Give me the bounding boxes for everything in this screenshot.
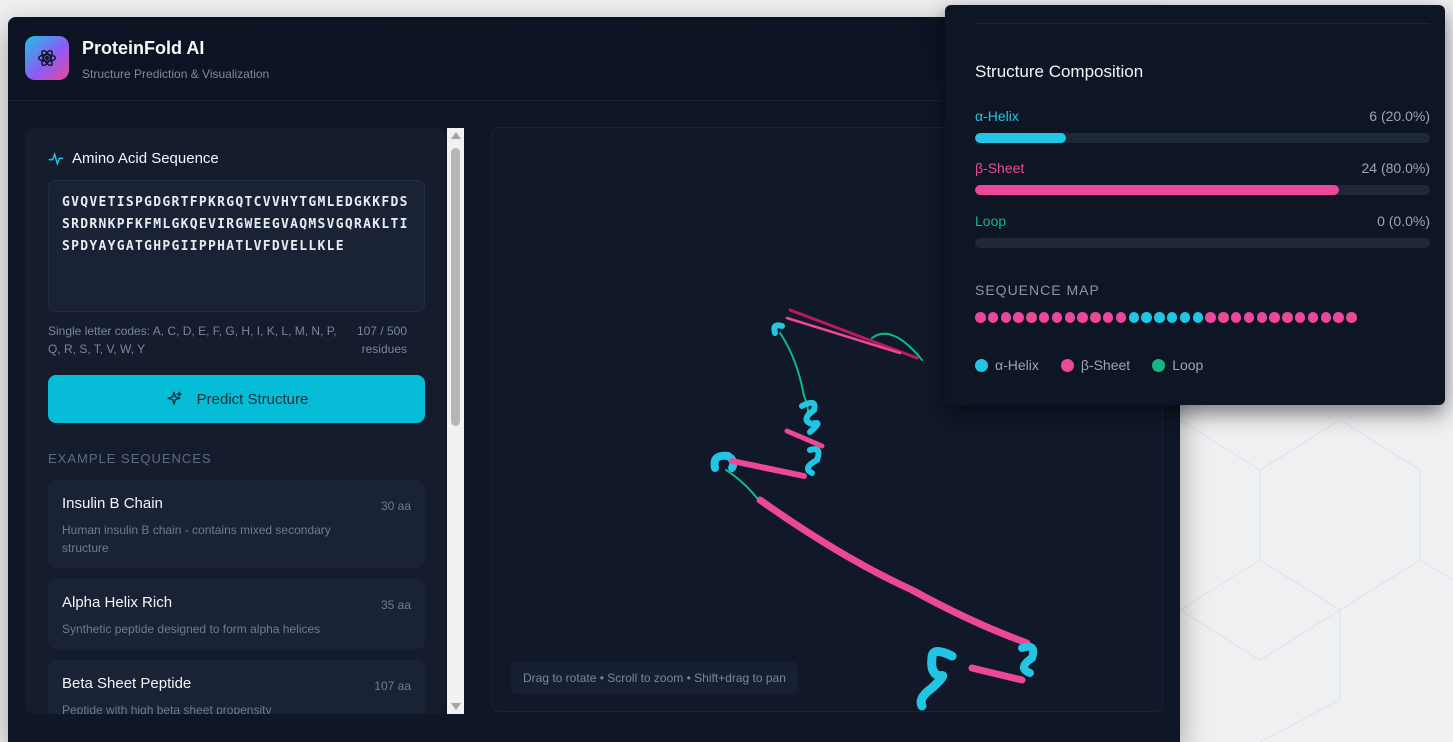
sequence-map-dot — [975, 312, 986, 323]
predict-button-label: Predict Structure — [196, 390, 309, 408]
atom-icon — [37, 49, 57, 67]
composition-bar-fill — [975, 185, 1339, 195]
example-card[interactable]: Alpha Helix Rich 35 aa Synthetic peptide… — [48, 579, 425, 649]
legend-swatch — [1060, 358, 1074, 372]
sequence-map-title: SEQUENCE MAP — [975, 282, 1100, 298]
composition-bar — [975, 133, 1430, 143]
sequence-map-dot — [1307, 312, 1319, 323]
composition-label: β-Sheet — [975, 160, 1025, 176]
predict-structure-button[interactable]: Predict Structure — [48, 375, 425, 423]
sequence-map-dot — [1205, 312, 1216, 323]
composition-bar — [975, 185, 1430, 195]
sequence-map-dot — [1333, 312, 1344, 323]
structure-composition-panel: Structure Composition α-Helix 6 (20.0%) … — [945, 5, 1445, 405]
sequence-map-dot — [1269, 312, 1280, 323]
divider — [975, 23, 1430, 24]
sequence-map-dot — [1051, 312, 1063, 323]
sequence-input[interactable]: GVQVETISPGDGRTFPKRGQTCVVHYTGMLEDGKKFDSSR… — [48, 180, 425, 312]
sequence-map-dot — [1192, 312, 1204, 323]
viewer-hint: Drag to rotate • Scroll to zoom • Shift+… — [511, 662, 798, 694]
app-subtitle: Structure Prediction & Visualization — [82, 67, 270, 81]
sequence-map-dot — [1038, 312, 1050, 323]
composition-row-sheet: β-Sheet 24 (80.0%) — [975, 160, 1430, 195]
scroll-thumb[interactable] — [451, 148, 460, 426]
composition-bar-fill — [975, 133, 1066, 143]
sequence-map-dot — [1128, 312, 1140, 323]
composition-value: 0 (0.0%) — [1377, 213, 1430, 229]
sequence-title: Amino Acid Sequence — [72, 150, 219, 167]
sequence-map-dot — [1282, 312, 1293, 323]
composition-row-loop: Loop 0 (0.0%) — [975, 213, 1430, 248]
legend-label: α-Helix — [995, 357, 1039, 373]
example-length: 107 aa — [374, 679, 411, 693]
residue-count: 107 / 500 residues — [356, 324, 407, 356]
sequence-map-dot — [1346, 312, 1357, 323]
activity-icon — [48, 151, 64, 166]
example-description: Synthetic peptide designed to form alpha… — [62, 622, 321, 636]
legend-label: Loop — [1172, 357, 1204, 373]
sequence-map-dot — [987, 312, 999, 323]
panel-scrollbar[interactable] — [447, 128, 464, 714]
example-length: 35 aa — [380, 598, 411, 612]
example-name: Beta Sheet Peptide — [62, 675, 192, 692]
composition-title: Structure Composition — [975, 62, 1144, 81]
sequence-map-dot — [1218, 312, 1229, 323]
sequence-map-dot — [1090, 312, 1101, 323]
sequence-map-dot — [1179, 312, 1191, 323]
legend-item-sheet: β-Sheet — [1060, 357, 1131, 373]
sequence-map-dot — [1243, 312, 1255, 323]
sequence-panel: Amino Acid Sequence GVQVETISPGDGRTFPKRGQ… — [25, 128, 445, 714]
legend-swatch — [1152, 358, 1166, 372]
sequence-heading: Amino Acid Sequence — [48, 150, 219, 167]
legend-item-helix: α-Helix — [975, 357, 1039, 373]
scroll-down-icon[interactable] — [451, 703, 461, 710]
composition-label: α-Helix — [975, 108, 1019, 124]
sequence-map-dot — [1013, 312, 1024, 323]
sequence-map-dot — [1115, 312, 1127, 323]
sequence-map-dot — [1141, 312, 1152, 323]
example-description: Human insulin B chain - contains mixed s… — [62, 523, 331, 555]
example-length: 30 aa — [380, 499, 411, 513]
composition-value: 24 (80.0%) — [1361, 160, 1430, 176]
sequence-map-dot — [1320, 312, 1332, 323]
sequence-map-dot — [1026, 312, 1037, 323]
composition-row-helix: α-Helix 6 (20.0%) — [975, 108, 1430, 143]
example-name: Alpha Helix Rich — [62, 594, 173, 611]
sequence-map-dot — [1294, 312, 1306, 323]
logo — [25, 36, 69, 80]
examples-title: EXAMPLE SEQUENCES — [48, 451, 212, 466]
legend-item-loop: Loop — [1152, 357, 1203, 373]
sequence-map-dot — [1102, 312, 1114, 323]
legend-swatch — [975, 358, 988, 372]
sequence-map — [975, 312, 1357, 323]
composition-bar — [975, 238, 1430, 248]
sequence-map-dot — [1154, 312, 1165, 323]
composition-legend: α-Helix β-Sheet Loop — [975, 357, 1203, 373]
sequence-map-dot — [1256, 312, 1268, 323]
app-title: ProteinFold AI — [82, 38, 205, 58]
example-description: Peptide with high beta sheet propensity — [62, 703, 272, 714]
sequence-map-dot — [1077, 312, 1088, 323]
composition-label: Loop — [975, 213, 1007, 229]
sequence-map-dot — [1166, 312, 1178, 323]
sparkles-icon — [166, 391, 182, 405]
composition-value: 6 (20.0%) — [1369, 108, 1430, 124]
legend-label: β-Sheet — [1080, 357, 1131, 373]
sequence-map-dot — [1230, 312, 1242, 323]
example-name: Insulin B Chain — [62, 495, 163, 512]
example-card[interactable]: Beta Sheet Peptide 107 aa Peptide with h… — [48, 660, 425, 714]
scroll-up-icon[interactable] — [451, 132, 461, 139]
example-card[interactable]: Insulin B Chain 30 aa Human insulin B ch… — [48, 480, 425, 568]
sequence-map-dot — [1000, 312, 1012, 323]
codes-help: Single letter codes: A, C, D, E, F, G, H… — [48, 324, 337, 356]
sequence-map-dot — [1064, 312, 1076, 323]
